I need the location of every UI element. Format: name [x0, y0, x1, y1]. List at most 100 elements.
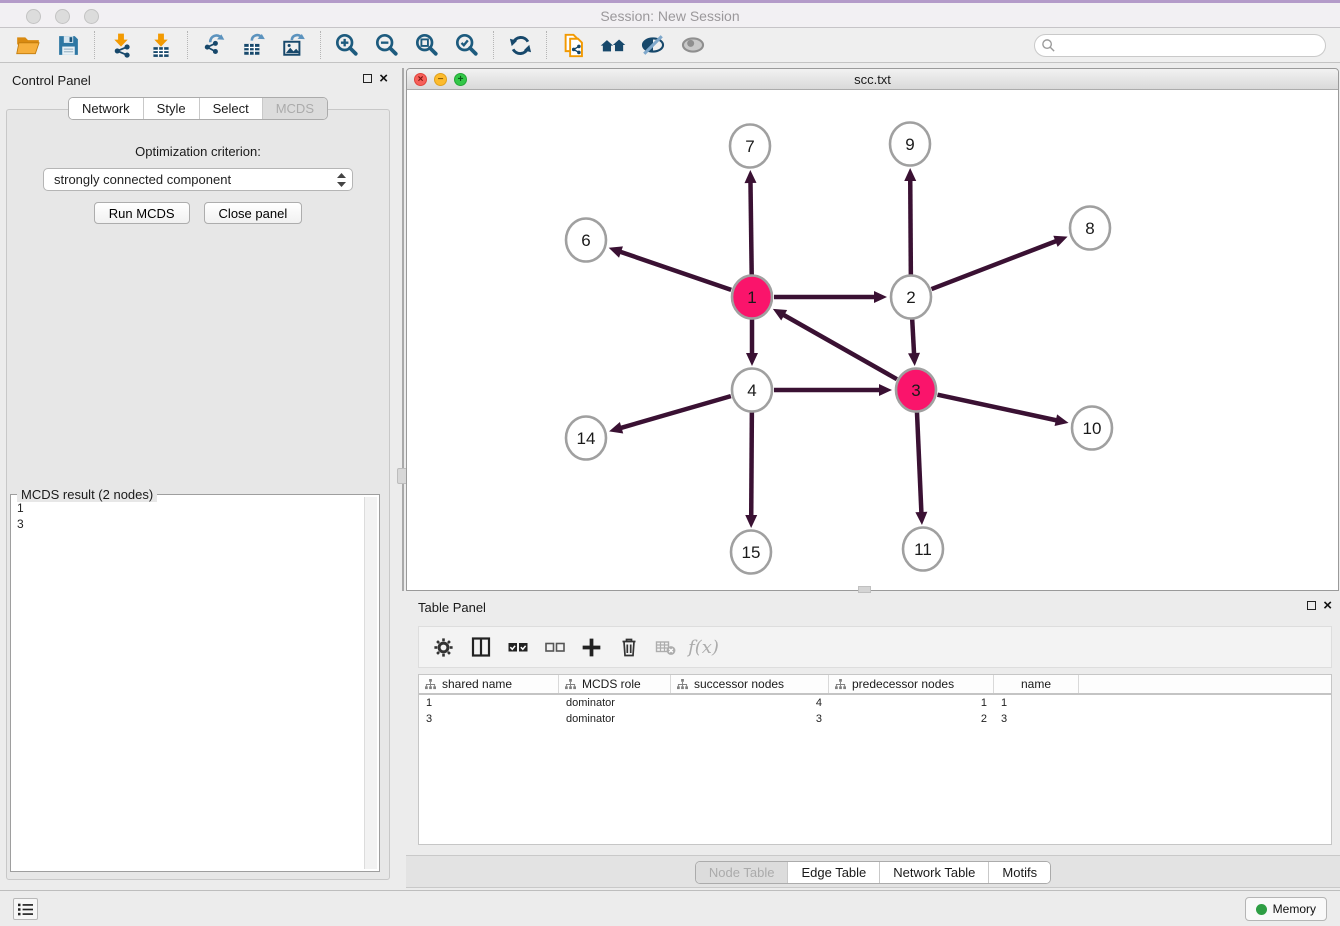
gear-icon	[432, 636, 455, 659]
memory-button[interactable]: Memory	[1245, 897, 1327, 921]
search-input[interactable]	[1034, 34, 1326, 57]
node-label: 1	[747, 288, 756, 307]
node-14[interactable]: 14	[566, 417, 606, 460]
node-1[interactable]: 1	[732, 276, 772, 319]
duplicate-network-icon	[560, 32, 587, 59]
horizontal-splitter-grip[interactable]	[858, 586, 871, 593]
show-all-button[interactable]	[673, 29, 713, 61]
tab-select[interactable]: Select	[199, 98, 262, 119]
node-8[interactable]: 8	[1070, 207, 1110, 250]
table-tab-edge-table[interactable]: Edge Table	[787, 862, 879, 883]
export-network-button[interactable]	[194, 29, 234, 61]
close-table-panel-icon[interactable]: ×	[1323, 600, 1332, 611]
zoom-out-button[interactable]	[367, 29, 407, 61]
tab-mcds[interactable]: MCDS	[262, 98, 327, 119]
table-tab-node-table[interactable]: Node Table	[696, 862, 788, 883]
add-column-button[interactable]	[575, 630, 608, 664]
tab-network[interactable]: Network	[69, 98, 143, 119]
table-toolbar: f(x)	[418, 626, 1332, 668]
control-panel-tabs: NetworkStyleSelectMCDS	[0, 97, 396, 120]
edge-3-11[interactable]	[915, 412, 927, 525]
float-table-panel-icon[interactable]	[1307, 601, 1316, 610]
mcds-result-list[interactable]: 13	[13, 497, 363, 869]
search-box	[1034, 34, 1326, 57]
table-row[interactable]: 3dominator323	[419, 711, 1331, 727]
edge-2-8[interactable]	[932, 236, 1068, 289]
column-label: name	[1021, 677, 1051, 691]
node-15[interactable]: 15	[731, 531, 771, 574]
edge-4-14[interactable]	[609, 396, 731, 433]
hide-selected-button[interactable]	[633, 29, 673, 61]
edge-3-1[interactable]	[773, 309, 897, 379]
edge-1-7[interactable]	[744, 170, 756, 275]
toolbar-separator	[94, 31, 95, 59]
zoom-fit-button[interactable]	[407, 29, 447, 61]
tab-style[interactable]: Style	[143, 98, 199, 119]
table-panel-title: Table Panel	[418, 600, 486, 615]
edge-2-3[interactable]	[908, 319, 920, 366]
edge-1-2[interactable]	[774, 291, 887, 303]
node-label: 15	[742, 543, 761, 562]
task-history-button[interactable]	[13, 898, 38, 920]
node-label: 11	[914, 540, 932, 559]
show-column-button[interactable]	[464, 630, 497, 664]
node-3[interactable]: 3	[896, 369, 936, 412]
column-label: predecessor nodes	[852, 677, 954, 691]
node-4[interactable]: 4	[732, 369, 772, 412]
criterion-dropdown[interactable]: strongly connected component	[43, 168, 353, 191]
column-header-predecessor-nodes[interactable]: predecessor nodes	[829, 675, 994, 693]
table-row[interactable]: 1dominator411	[419, 695, 1331, 711]
close-panel-button[interactable]: Close panel	[204, 202, 303, 224]
open-file-button[interactable]	[8, 29, 48, 61]
control-panel-title: Control Panel	[12, 73, 91, 88]
node-11[interactable]: 11	[903, 528, 943, 571]
import-network-icon	[108, 32, 134, 58]
column-header-shared-name[interactable]: shared name	[419, 675, 559, 693]
toolbar-separator	[320, 31, 321, 59]
first-neighbors-button[interactable]	[593, 29, 633, 61]
table-tab-motifs[interactable]: Motifs	[988, 862, 1050, 883]
node-9[interactable]: 9	[890, 123, 930, 166]
select-all-button[interactable]	[501, 630, 534, 664]
column-header-successor-nodes[interactable]: successor nodes	[671, 675, 829, 693]
edge-4-15[interactable]	[745, 412, 757, 528]
edge-1-6[interactable]	[609, 246, 731, 290]
mcds-result-line: 3	[17, 516, 359, 532]
edge-3-10[interactable]	[938, 395, 1069, 426]
table-panel: Table Panel ×	[406, 595, 1340, 890]
column-header-name[interactable]: name	[994, 675, 1079, 693]
network-window-titlebar[interactable]: × − + scc.txt	[407, 69, 1338, 90]
edge-2-9[interactable]	[904, 168, 916, 275]
float-panel-icon[interactable]	[363, 74, 372, 83]
node-10[interactable]: 10	[1072, 407, 1112, 450]
refresh-view-button[interactable]	[500, 29, 540, 61]
zoom-in-button[interactable]	[327, 29, 367, 61]
edge-1-4[interactable]	[746, 319, 758, 366]
deselect-all-button[interactable]	[538, 630, 571, 664]
vertical-splitter[interactable]	[402, 68, 404, 591]
table-tab-network-table[interactable]: Network Table	[879, 862, 988, 883]
import-network-button[interactable]	[101, 29, 141, 61]
delete-table-button[interactable]	[649, 630, 682, 664]
export-image-button[interactable]	[274, 29, 314, 61]
edge-4-3[interactable]	[774, 384, 892, 396]
zoom-selected-button[interactable]	[447, 29, 487, 61]
save-session-button[interactable]	[48, 29, 88, 61]
run-mcds-button[interactable]: Run MCDS	[94, 202, 190, 224]
node-7[interactable]: 7	[730, 125, 770, 168]
result-scrollbar[interactable]	[364, 497, 377, 869]
function-builder-button[interactable]: f(x)	[686, 630, 719, 664]
node-2[interactable]: 2	[891, 276, 931, 319]
duplicate-network-button[interactable]	[553, 29, 593, 61]
open-folder-icon	[15, 32, 41, 58]
import-table-button[interactable]	[141, 29, 181, 61]
export-table-button[interactable]	[234, 29, 274, 61]
table-settings-button[interactable]	[427, 630, 460, 664]
node-6[interactable]: 6	[566, 219, 606, 262]
close-panel-icon[interactable]: ×	[379, 73, 388, 84]
control-panel: Control Panel × NetworkStyleSelectMCDS O…	[0, 68, 396, 884]
column-header-mcds-role[interactable]: MCDS role	[559, 675, 671, 693]
network-canvas[interactable]: 7 9 6 8 1 2 4 3 14 10 15 11	[407, 90, 1338, 590]
main-toolbar	[0, 28, 1340, 63]
delete-column-button[interactable]	[612, 630, 645, 664]
